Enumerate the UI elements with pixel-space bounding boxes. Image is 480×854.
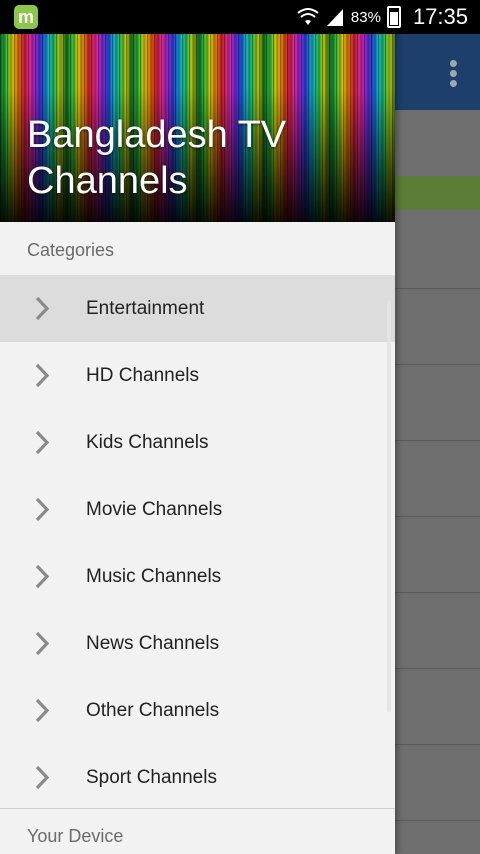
chevron-right-icon	[35, 363, 50, 388]
list-divider	[395, 364, 480, 365]
chevron-right-icon	[35, 765, 50, 790]
drawer-scrollbar[interactable]	[387, 300, 391, 712]
drawer-item-label: HD Channels	[86, 364, 199, 386]
wifi-icon	[297, 8, 319, 25]
app-notification-icon: m	[14, 5, 38, 29]
list-divider	[395, 516, 480, 517]
drawer-item-movie-channels[interactable]: Movie Channels	[0, 476, 395, 543]
drawer-item-news-channels[interactable]: News Channels	[0, 610, 395, 677]
drawer-item-music-channels[interactable]: Music Channels	[0, 543, 395, 610]
chevron-right-icon	[35, 296, 50, 321]
status-bar: m 83% 17:35	[0, 0, 480, 34]
section-divider	[0, 808, 395, 809]
battery-percent: 83%	[350, 8, 381, 26]
drawer-item-label: News Channels	[86, 632, 220, 654]
list-divider	[395, 820, 480, 821]
signal-icon	[326, 9, 343, 26]
chevron-right-icon	[35, 564, 50, 589]
chevron-right-icon	[35, 430, 50, 455]
list-divider	[395, 744, 480, 745]
list-divider	[395, 440, 480, 441]
category-list: Entertainment HD Channels Kids Channels Mov…	[0, 275, 395, 811]
your-device-section-header: Your Device	[27, 826, 124, 846]
drawer-item-hd-channels[interactable]: HD Channels	[0, 342, 395, 409]
drawer-item-entertainment[interactable]: Entertainment	[0, 275, 395, 342]
drawer-item-label: Music Channels	[86, 565, 222, 587]
drawer-title: Bangladesh TV Channels	[27, 114, 287, 202]
list-divider	[395, 288, 480, 289]
overflow-menu-icon[interactable]: • • •	[449, 50, 458, 96]
drawer-item-label: Entertainment	[86, 297, 205, 319]
navigation-drawer: Bangladesh TV Channels Categories Entert…	[0, 0, 395, 854]
chevron-right-icon	[35, 497, 50, 522]
clock: 17:35	[412, 4, 468, 29]
list-divider	[395, 668, 480, 669]
battery-icon	[386, 6, 401, 28]
chevron-right-icon	[35, 631, 50, 656]
drawer-item-label: Kids Channels	[86, 431, 209, 453]
drawer-item-kids-channels[interactable]: Kids Channels	[0, 409, 395, 476]
drawer-item-sport-channels[interactable]: Sport Channels	[0, 744, 395, 811]
drawer-item-label: Movie Channels	[86, 498, 223, 520]
list-divider	[395, 592, 480, 593]
status-icons: 83% 17:35	[297, 0, 468, 34]
chevron-right-icon	[35, 698, 50, 723]
categories-section-header: Categories	[27, 240, 115, 260]
drawer-item-label: Other Channels	[86, 699, 220, 721]
drawer-item-other-channels[interactable]: Other Channels	[0, 677, 395, 744]
drawer-item-label: Sport Channels	[86, 766, 217, 788]
